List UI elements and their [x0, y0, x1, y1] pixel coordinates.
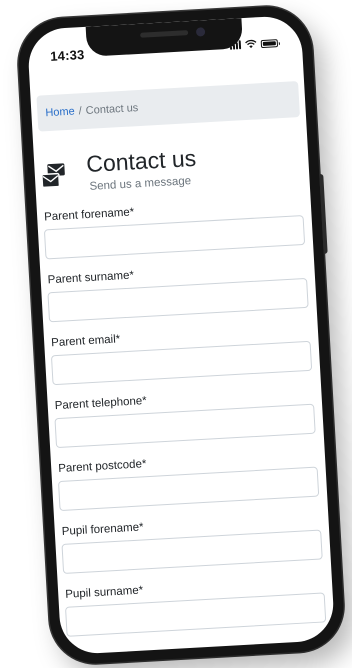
page-subtitle: Send us a message [89, 175, 192, 193]
envelope-stack-icon [41, 163, 65, 189]
battery-level [262, 40, 276, 46]
parent-email-input[interactable] [50, 340, 313, 386]
contact-form: Parent forename* Parent surname* Parent … [43, 197, 327, 652]
status-time: 14:33 [49, 46, 85, 64]
phone-frame: 14:33 Home / Contact us Contact us Send … [16, 4, 346, 666]
battery-icon [260, 38, 279, 48]
parent-postcode-input[interactable] [57, 466, 320, 512]
parent-telephone-input[interactable] [54, 403, 316, 449]
pupil-surname-field: Pupil surname* [64, 574, 327, 651]
breadcrumb: Home / Contact us [36, 81, 301, 132]
camera [195, 27, 206, 37]
speaker [140, 30, 189, 38]
wifi-icon [245, 39, 257, 49]
phone-screen: 14:33 Home / Contact us Contact us Send … [26, 14, 336, 656]
breadcrumb-home-link[interactable]: Home [45, 106, 75, 120]
pupil-forename-input[interactable] [61, 529, 323, 574]
breadcrumb-separator: / [78, 105, 83, 118]
side-button [319, 173, 328, 254]
page-header: Contact us Send us a message [40, 137, 304, 202]
pupil-surname-input[interactable] [64, 592, 327, 637]
page-title: Contact us [85, 144, 197, 177]
parent-surname-input[interactable] [47, 277, 309, 323]
parent-forename-input[interactable] [43, 214, 306, 260]
stage: 14:33 Home / Contact us Contact us Send … [0, 0, 352, 668]
breadcrumb-current: Contact us [85, 102, 139, 117]
